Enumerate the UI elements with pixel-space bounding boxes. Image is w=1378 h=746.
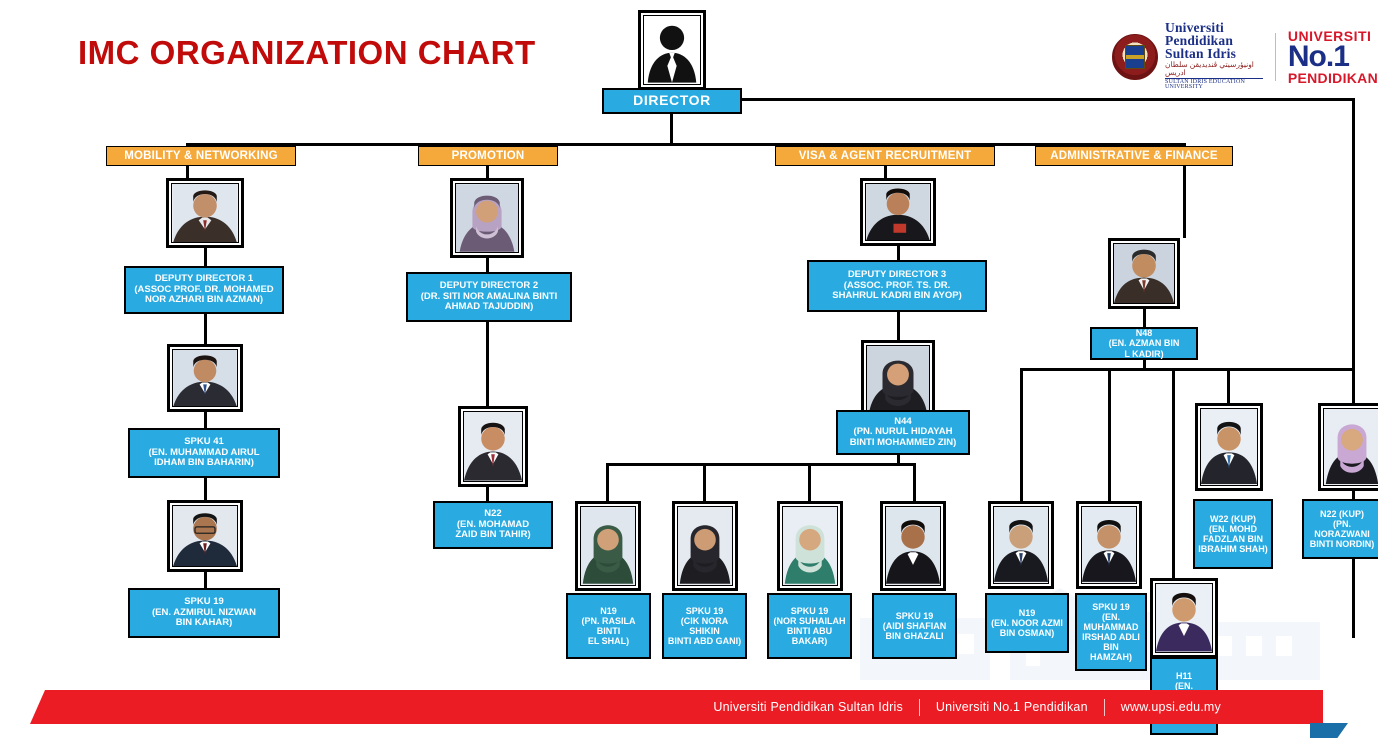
photo-spku-19-azmirul-nizwan <box>167 500 243 572</box>
node-spku-19-aidi-shafian[interactable]: SPKU 19 (AIDI SHAFIAN BIN GHAZALI <box>872 593 957 659</box>
person-silhouette-icon <box>647 25 697 83</box>
connector-a-child-4 <box>1352 368 1355 403</box>
page-title: IMC ORGANIZATION CHART <box>78 34 536 71</box>
node-director[interactable]: DIRECTOR <box>602 88 742 114</box>
photo-spku-19-nor-suhailah <box>777 501 843 591</box>
connector-m-3 <box>204 314 207 344</box>
upsi-jawi-text: اونيؤرسيتي ڤنديديقن سلطان ادريس <box>1165 60 1254 77</box>
node-deputy-director-2[interactable]: DEPUTY DIRECTOR 2 (DR. SITI NOR AMALINA … <box>406 272 572 322</box>
photo-director <box>638 10 706 90</box>
upsi-crest-icon <box>1112 33 1158 80</box>
connector-a-bus <box>1020 368 1355 371</box>
connector-m-6 <box>204 572 207 588</box>
node-deputy-director-1[interactable]: DEPUTY DIRECTOR 1 (ASSOC PROF. DR. MOHAM… <box>124 266 284 314</box>
connector-a-child-2 <box>1108 368 1111 501</box>
node-spku-19-irshad-adli[interactable]: SPKU 19 (EN. MUHAMMAD IRSHAD ADLI BIN HA… <box>1075 593 1147 671</box>
connector-v-3 <box>897 312 900 340</box>
node-deputy-director-3[interactable]: DEPUTY DIRECTOR 3 (ASSOC. PROF. TS. DR. … <box>807 260 987 312</box>
node-n19-rasila[interactable]: N19 (PN. RASILA BINTI EL SHAL) <box>566 593 651 659</box>
connector-m-1 <box>186 166 189 178</box>
connector-a-child-3 <box>1227 368 1230 403</box>
photo-w22-mohd-fadzlan <box>1195 403 1263 491</box>
connector-p-2 <box>486 258 489 272</box>
photo-spku-41-airul-idham <box>167 344 243 412</box>
node-spku-19-nor-suhailah[interactable]: SPKU 19 (NOR SUHAILAH BINTI ABU BAKAR) <box>767 593 852 659</box>
node-n48-azman[interactable]: N48 (EN. AZMAN BIN L KADIR) <box>1090 327 1198 360</box>
footer-banner: Universiti Pendidikan Sultan Idris Unive… <box>30 690 1323 724</box>
photo-n19-noor-azmi <box>988 501 1054 589</box>
logo-divider <box>1275 32 1276 81</box>
photo-h11-asyraf <box>1150 578 1218 658</box>
connector-v-child-1 <box>606 463 609 501</box>
photo-n22-norazwani <box>1318 403 1378 491</box>
footer-item-2: Universiti No.1 Pendidikan <box>935 700 1088 714</box>
node-n44-nurul-hidayah[interactable]: N44 (PN. NURUL HIDAYAH BINTI MOHAMMED ZI… <box>836 410 970 455</box>
connector-p-4 <box>486 487 489 501</box>
connector-a-child-1 <box>1020 368 1023 501</box>
photo-spku-19-nora-shikin <box>672 501 738 591</box>
upsi-line-3: Sultan Idris <box>1165 45 1237 61</box>
node-spku-19-azmirul-nizwan[interactable]: SPKU 19 (EN. AZMIRUL NIZWAN BIN KAHAR) <box>128 588 280 638</box>
no1-line-2: No.1 <box>1287 39 1350 73</box>
upsi-logo: Universiti Pendidikan Sultan Idris اونيؤ… <box>1112 21 1263 91</box>
dept-administrative-finance[interactable]: ADMINISTRATIVE & FINANCE <box>1035 146 1233 166</box>
connector-v-1 <box>884 166 887 178</box>
node-spku-41-airul-idham[interactable]: SPKU 41 (EN. MUHAMMAD AIRUL IDHAM BIN BA… <box>128 428 280 478</box>
photo-n44-nurul-hidayah <box>861 340 935 420</box>
photo-deputy-director-1 <box>166 178 244 248</box>
connector-a-child-5 <box>1172 368 1175 583</box>
photo-n22-mohamad-zaid <box>458 406 528 487</box>
connector-director-down <box>670 114 673 144</box>
node-spku-19-nora-shikin[interactable]: SPKU 19 (CIK NORA SHIKIN BINTI ABD GANI) <box>662 593 747 659</box>
photo-deputy-director-3 <box>860 178 936 246</box>
photo-deputy-director-2 <box>450 178 524 258</box>
footer-accent-shape <box>1310 723 1348 738</box>
org-chart-canvas: IMC ORGANIZATION CHART Universiti Pendid… <box>0 0 1378 746</box>
connector-p-3 <box>486 322 489 406</box>
upsi-wordmark: Universiti Pendidikan Sultan Idris اونيؤ… <box>1165 21 1263 91</box>
logo-bar: Universiti Pendidikan Sultan Idris اونيؤ… <box>1112 21 1378 91</box>
footer-item-3: www.upsi.edu.my <box>1120 700 1221 714</box>
connector-v-2 <box>897 246 900 260</box>
connector-v-child-2 <box>703 463 706 501</box>
photo-spku-19-aidi-shafian <box>880 501 946 591</box>
node-n22-norazwani[interactable]: N22 (KUP) (PN. NORAZWANI BINTI NORDIN) <box>1302 499 1378 559</box>
dept-mobility-networking[interactable]: MOBILITY & NETWORKING <box>106 146 296 166</box>
footer-item-1: Universiti Pendidikan Sultan Idris <box>713 700 903 714</box>
connector-director-right <box>740 98 1355 101</box>
dept-promotion[interactable]: PROMOTION <box>418 146 558 166</box>
connector-v-child-3 <box>808 463 811 501</box>
connector-m-4 <box>204 412 207 428</box>
connector-m-2 <box>204 248 207 266</box>
connector-m-5 <box>204 478 207 500</box>
photo-spku-19-irshad-adli <box>1076 501 1142 589</box>
node-n22-mohamad-zaid[interactable]: N22 (EN. MOHAMAD ZAID BIN TAHIR) <box>433 501 553 549</box>
connector-a-1 <box>1183 166 1186 238</box>
upsi-english-name: SULTAN IDRIS EDUCATION UNIVERSITY <box>1165 77 1263 91</box>
node-n19-noor-azmi[interactable]: N19 (EN. NOOR AZMI BIN OSMAN) <box>985 593 1069 653</box>
no1-logo: UNIVERSITI No.1 PENDIDIKAN <box>1288 29 1378 85</box>
connector-v-bus <box>606 463 916 466</box>
no1-line-3: PENDIDIKAN <box>1287 69 1378 86</box>
connector-p-1 <box>486 166 489 178</box>
connector-a-2 <box>1143 309 1146 327</box>
photo-n19-rasila <box>575 501 641 591</box>
connector-v-child-4 <box>913 463 916 501</box>
node-w22-mohd-fadzlan[interactable]: W22 (KUP) (EN. MOHD FADZLAN BIN IBRAHIM … <box>1193 499 1273 569</box>
photo-n48-azman <box>1108 238 1180 309</box>
dept-visa-agent-recruitment[interactable]: VISA & AGENT RECRUITMENT <box>775 146 995 166</box>
